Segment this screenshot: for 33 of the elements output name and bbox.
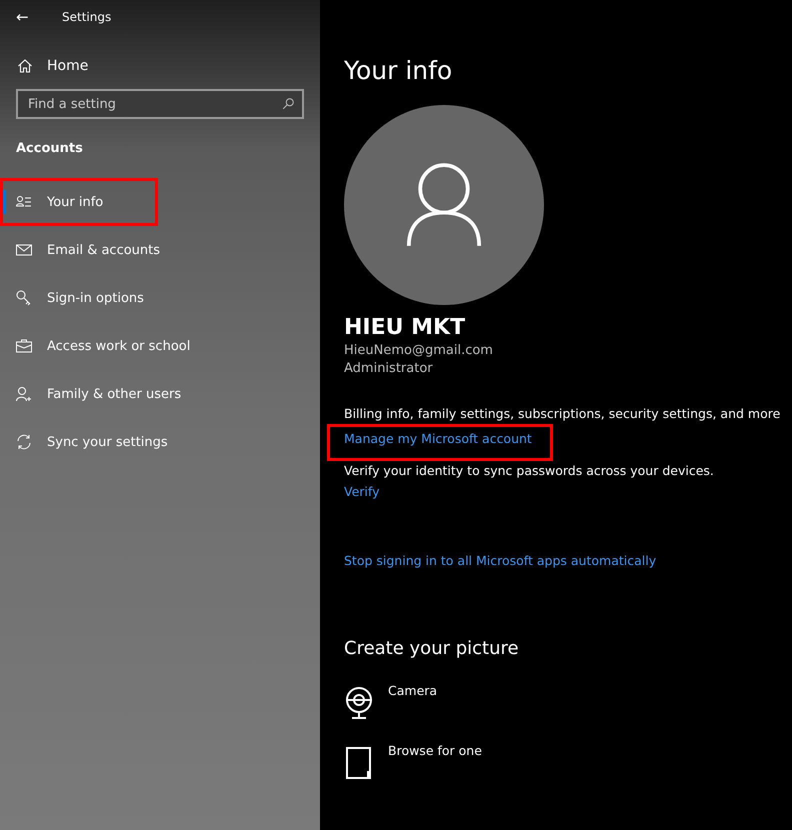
account-link[interactable]: Verify (344, 484, 380, 499)
user-email: HieuNemo@gmail.com (344, 343, 494, 358)
search-field[interactable]: Find a setting (16, 89, 304, 119)
home-icon (17, 58, 33, 74)
person-icon (406, 162, 482, 248)
account-link[interactable]: Manage my Microsoft account (344, 431, 532, 446)
envelope-icon (16, 242, 32, 258)
user-role: Administrator (344, 361, 434, 376)
webcam-icon (344, 687, 374, 719)
nav-item[interactable]: Your info (0, 178, 158, 226)
page-title: Your info (344, 56, 454, 85)
description-text: Verify your identity to sync passwords across your devices. (344, 463, 715, 478)
back-button[interactable]: ← (16, 8, 62, 26)
picture-option[interactable]: Browse for one (344, 743, 792, 803)
nav-item[interactable]: Sign-in options (0, 274, 320, 322)
picture-option[interactable]: Camera (344, 683, 792, 743)
user-name: HIEU MKT (344, 315, 466, 340)
sync-icon (16, 434, 32, 450)
person-add-icon (16, 386, 32, 402)
section-heading: Create your picture (344, 638, 520, 659)
nav-item[interactable]: Sync your settings (0, 418, 320, 466)
key-icon (16, 290, 32, 306)
description-text: Billing info, family settings, subscriptions, security settings, and more (344, 406, 782, 421)
search-icon (281, 97, 295, 111)
file-icon (344, 747, 374, 779)
window-title: Settings (62, 10, 112, 24)
nav-item[interactable]: Family & other users (0, 370, 320, 418)
nav-item[interactable]: Access work or school (0, 322, 320, 370)
account-link[interactable]: Stop signing in to all Microsoft apps automatically (344, 553, 656, 568)
briefcase-icon (16, 338, 32, 354)
nav-item[interactable]: Email & accounts (0, 226, 320, 274)
section-heading: Accounts (16, 141, 84, 156)
home-link[interactable]: Home (17, 56, 320, 76)
